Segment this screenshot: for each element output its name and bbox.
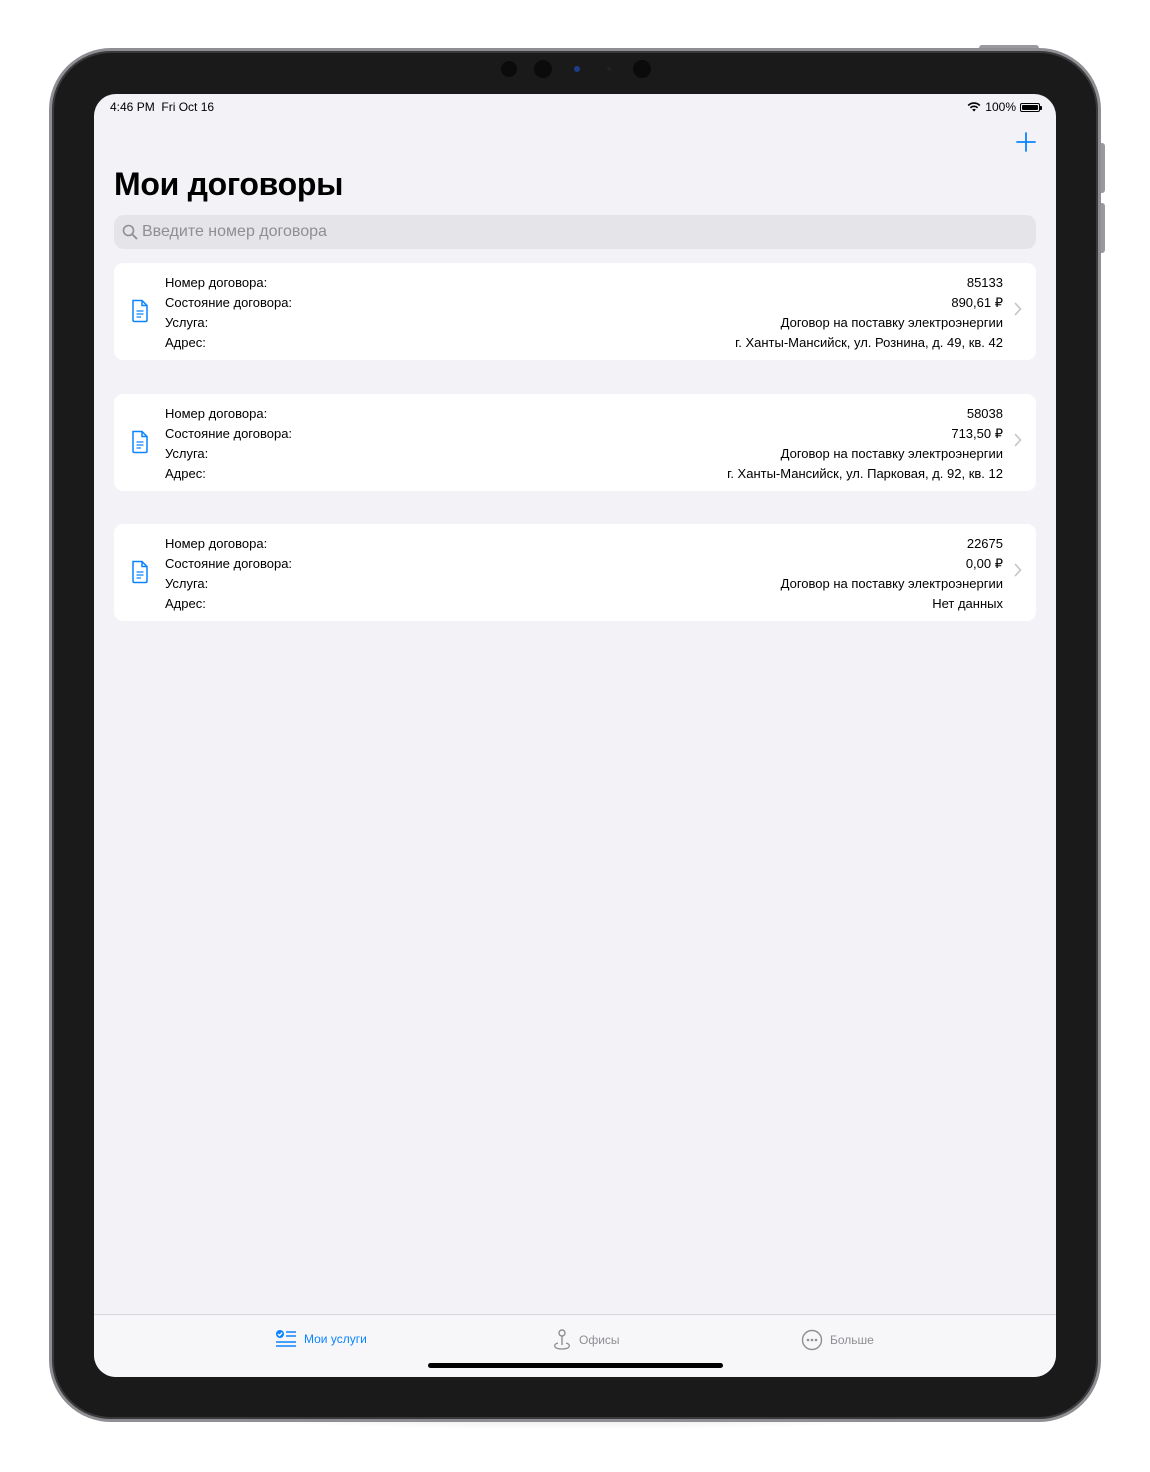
contract-card[interactable]: Номер договора: 58038 Состояние договора: 7… xyxy=(114,394,1036,491)
contract-card[interactable]: Номер договора: 85133 Состояние договора: 8… xyxy=(114,263,1036,360)
document-icon xyxy=(132,560,148,584)
contract-service-row: Услуга: Договор на поставку электроэнерги… xyxy=(165,313,1003,333)
map-pin-icon xyxy=(554,1329,570,1350)
contract-number-label: Номер договора: xyxy=(165,536,268,551)
contract-state-label: Состояние договора: xyxy=(165,556,293,571)
contract-service-label: Услуга: xyxy=(165,446,209,461)
contract-address-row: Адрес: г. Ханты-Мансийск, ул. Парковая, д… xyxy=(165,464,1003,484)
contract-state-row: Состояние договора: 0,00 ₽ xyxy=(165,554,1003,574)
wifi-icon xyxy=(967,102,981,112)
contract-address-label: Адрес: xyxy=(165,466,206,481)
contract-address-row: Адрес: г. Ханты-Мансийск, ул. Рознина, д.… xyxy=(165,333,1003,353)
tab-label: Больше xyxy=(830,1333,874,1347)
page-title: Мои договоры xyxy=(114,166,344,202)
tab-offices[interactable]: Офисы xyxy=(552,1329,620,1351)
contract-number-label: Номер договора: xyxy=(165,275,268,290)
status-bar: 4:46 PM Fri Oct 16 100% xyxy=(94,94,1056,120)
date-text: Fri Oct 16 xyxy=(161,100,215,114)
battery-percent: 100% xyxy=(985,100,1016,114)
document-icon xyxy=(132,430,148,454)
checklist-icon xyxy=(276,1330,296,1347)
document-icon xyxy=(132,299,148,323)
home-indicator xyxy=(428,1363,723,1368)
status-right: 100% xyxy=(967,100,1042,114)
chevron-right-icon xyxy=(1014,563,1022,577)
more-icon xyxy=(801,1329,823,1351)
contract-address-value: г. Ханты-Мансийск, ул. Рознина, д. 49, к… xyxy=(735,335,1003,350)
contract-state-row: Состояние договора: 890,61 ₽ xyxy=(165,293,1003,313)
status-time: 4:46 PM Fri Oct 16 xyxy=(110,100,214,114)
contract-number-row: Номер договора: 22675 xyxy=(165,534,1003,554)
camera-indicator xyxy=(574,66,580,72)
contract-state-value: 713,50 ₽ xyxy=(951,426,1003,441)
contract-state-label: Состояние договора: xyxy=(165,426,293,441)
contract-service-value: Договор на поставку электроэнергии xyxy=(780,315,1003,330)
camera-lens xyxy=(534,60,552,78)
search-icon xyxy=(122,224,138,240)
battery-icon xyxy=(1020,102,1042,112)
contract-service-row: Услуга: Договор на поставку электроэнерги… xyxy=(165,444,1003,464)
chevron-right-icon xyxy=(1014,433,1022,447)
contract-number-value: 22675 xyxy=(966,536,1003,551)
contract-service-label: Услуга: xyxy=(165,576,209,591)
contract-address-label: Адрес: xyxy=(165,596,206,611)
contract-state-value: 0,00 ₽ xyxy=(965,556,1003,571)
tab-my-services[interactable]: Мои услуги xyxy=(275,1329,367,1349)
contract-service-row: Услуга: Договор на поставку электроэнерги… xyxy=(165,574,1003,594)
search-input[interactable] xyxy=(142,223,1022,241)
sensor-dot xyxy=(501,61,517,77)
contract-number-value: 85133 xyxy=(966,275,1003,290)
contract-details: Номер договора: 58038 Состояние договора: 7… xyxy=(165,404,1003,484)
contract-address-value: Нет данных xyxy=(932,596,1003,611)
contract-card[interactable]: Номер договора: 22675 Состояние договора: 0… xyxy=(114,524,1036,621)
search-bar[interactable] xyxy=(114,215,1036,249)
chevron-right-icon xyxy=(1014,302,1022,316)
contract-number-row: Номер договора: 85133 xyxy=(165,273,1003,293)
sensor-lens xyxy=(633,60,651,78)
contract-number-row: Номер договора: 58038 xyxy=(165,404,1003,424)
tab-label: Офисы xyxy=(579,1333,620,1347)
plus-icon xyxy=(1016,132,1036,152)
mic-dot xyxy=(607,67,611,71)
contract-service-value: Договор на поставку электроэнергии xyxy=(780,576,1003,591)
contract-details: Номер договора: 85133 Состояние договора: 8… xyxy=(165,273,1003,353)
screen: 4:46 PM Fri Oct 16 100% Мои договоры Ном… xyxy=(94,94,1056,1377)
contract-service-label: Услуга: xyxy=(165,315,209,330)
add-contract-button[interactable] xyxy=(1012,128,1040,156)
contract-address-row: Адрес: Нет данных xyxy=(165,594,1003,614)
contract-state-row: Состояние договора: 713,50 ₽ xyxy=(165,424,1003,444)
contract-state-label: Состояние договора: xyxy=(165,295,293,310)
contract-number-value: 58038 xyxy=(966,406,1003,421)
contract-state-value: 890,61 ₽ xyxy=(951,295,1003,310)
contract-address-value: г. Ханты-Мансийск, ул. Парковая, д. 92, … xyxy=(727,466,1003,481)
tab-label: Мои услуги xyxy=(304,1332,367,1346)
contract-service-value: Договор на поставку электроэнергии xyxy=(780,446,1003,461)
contract-address-label: Адрес: xyxy=(165,335,206,350)
contract-number-label: Номер договора: xyxy=(165,406,268,421)
tab-more[interactable]: Больше xyxy=(801,1329,874,1351)
time-text: 4:46 PM xyxy=(110,100,155,114)
contract-details: Номер договора: 22675 Состояние договора: 0… xyxy=(165,534,1003,614)
